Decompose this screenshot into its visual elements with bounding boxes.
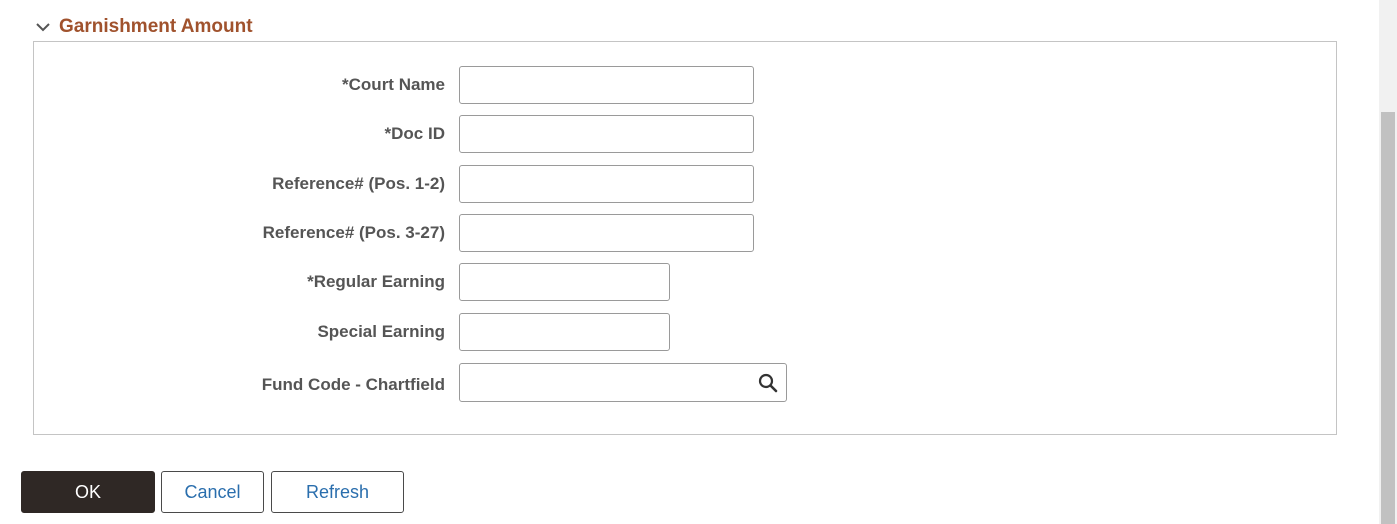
reference-pos-1-2-input[interactable] [459, 165, 754, 203]
reference-pos-3-27-row: Reference# (Pos. 3-27) [34, 213, 754, 253]
court-name-row: *Court Name [34, 65, 754, 105]
special-earning-label: Special Earning [317, 322, 445, 341]
section-title: Garnishment Amount [59, 16, 253, 37]
court-name-input[interactable] [459, 66, 754, 104]
special-earning-input[interactable] [459, 313, 670, 351]
scrollbar-thumb[interactable] [1381, 112, 1395, 524]
doc-id-label: *Doc ID [384, 124, 445, 143]
reference-pos-3-27-input[interactable] [459, 214, 754, 252]
reference-pos-1-2-label: Reference# (Pos. 1-2) [272, 174, 445, 193]
fund-code-chartfield-row: Fund Code - Chartfield [34, 362, 787, 402]
court-name-label: *Court Name [342, 75, 445, 94]
ok-button[interactable]: OK [21, 471, 155, 513]
refresh-button[interactable]: Refresh [271, 471, 404, 513]
special-earning-row: Special Earning [34, 312, 670, 352]
doc-id-input[interactable] [459, 115, 754, 153]
section-header-garnishment-amount[interactable]: Garnishment Amount [34, 14, 253, 40]
cancel-button[interactable]: Cancel [161, 471, 264, 513]
fund-code-chartfield-label: Fund Code - Chartfield [261, 375, 445, 394]
reference-pos-1-2-row: Reference# (Pos. 1-2) [34, 164, 754, 204]
fund-code-chartfield-lookup [459, 362, 787, 402]
regular-earning-label: *Regular Earning [307, 272, 445, 291]
chevron-down-icon[interactable] [34, 18, 52, 36]
reference-pos-3-27-label: Reference# (Pos. 3-27) [262, 223, 445, 242]
regular-earning-input[interactable] [459, 263, 670, 301]
search-icon[interactable] [757, 372, 779, 394]
vertical-scrollbar[interactable] [1379, 0, 1397, 524]
doc-id-row: *Doc ID [34, 114, 754, 154]
regular-earning-row: *Regular Earning [34, 262, 670, 302]
fund-code-chartfield-input[interactable] [459, 362, 787, 402]
garnishment-amount-panel: *Court Name *Doc ID Reference# (Pos. 1-2… [33, 41, 1337, 435]
